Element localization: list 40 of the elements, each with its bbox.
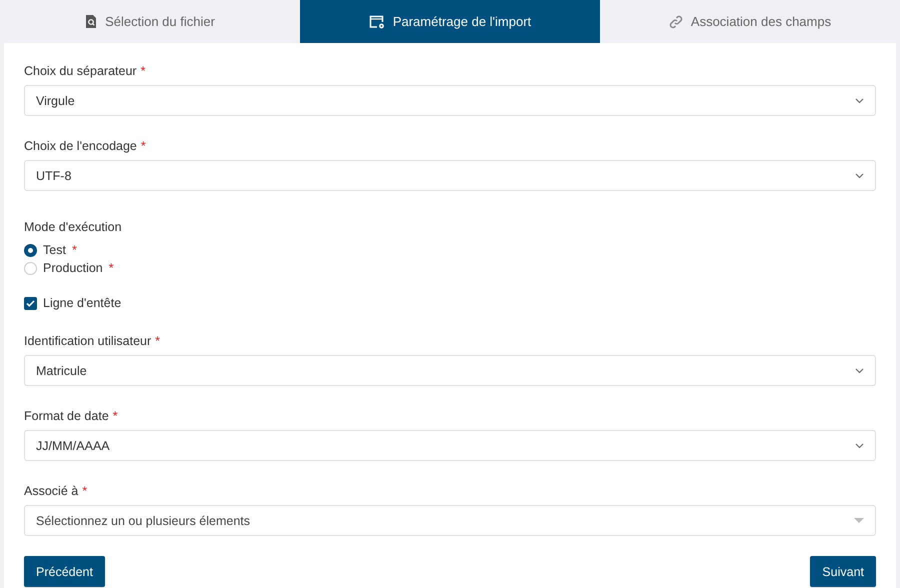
field-label: Mode d'exécution xyxy=(24,220,122,234)
field-label: Choix de l'encodage xyxy=(24,138,137,154)
field-label: Identification utilisateur xyxy=(24,333,152,349)
checkmark-icon xyxy=(26,300,35,306)
file-search-icon xyxy=(85,15,98,28)
required-mark: * xyxy=(140,63,146,79)
field-label: Associé à xyxy=(24,483,78,499)
radio-label: Production xyxy=(43,260,103,276)
required-mark: * xyxy=(82,483,88,499)
field-label: Format de date xyxy=(24,408,109,424)
radio-button[interactable] xyxy=(24,244,37,256)
select-value: Matricule xyxy=(36,362,87,378)
nav-button[interactable]: Précédent xyxy=(24,556,105,587)
required-mark: * xyxy=(72,242,77,258)
chevron-down-icon xyxy=(855,98,864,104)
required-mark: * xyxy=(108,260,114,276)
required-mark: * xyxy=(155,333,160,349)
nav-button[interactable]: Suivant xyxy=(810,556,876,587)
checkbox[interactable] xyxy=(24,296,37,310)
tab[interactable]: Paramétrage de l'import xyxy=(300,0,600,43)
select-field[interactable]: Matricule xyxy=(24,355,876,386)
chevron-down-icon xyxy=(855,442,864,448)
select-field[interactable]: Sélectionnez un ou plusieurs élements xyxy=(24,505,876,536)
field-label: Choix du séparateur xyxy=(24,63,137,79)
required-mark: * xyxy=(112,408,118,424)
select-value: UTF-8 xyxy=(36,168,72,184)
select-value: JJ/MM/AAAA xyxy=(36,438,110,454)
radio-label: Test xyxy=(43,242,66,258)
link-icon xyxy=(668,14,683,28)
select-field[interactable]: JJ/MM/AAAA xyxy=(24,430,876,461)
select-field[interactable]: Virgule xyxy=(24,85,876,116)
select-placeholder: Sélectionnez un ou plusieurs élements xyxy=(36,512,250,528)
chevron-down-icon xyxy=(855,172,864,178)
select-field[interactable]: UTF-8 xyxy=(24,160,876,191)
required-mark: * xyxy=(140,138,146,154)
select-value: Virgule xyxy=(36,92,75,108)
chevron-down-icon xyxy=(855,368,864,374)
window-gear-icon xyxy=(368,14,385,28)
caret-down-icon xyxy=(854,518,864,523)
checkbox-label: Ligne d'entête xyxy=(43,295,122,311)
